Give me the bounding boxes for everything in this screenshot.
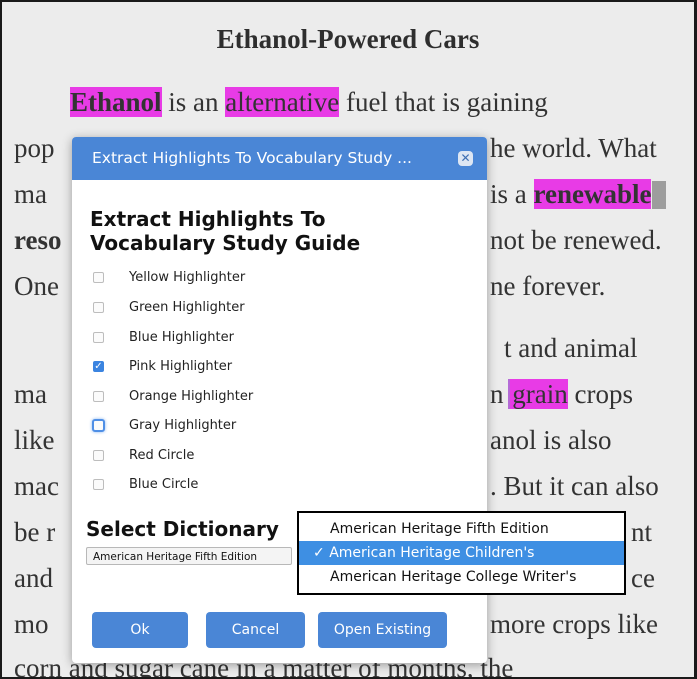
text-line-11-right: ce <box>631 563 655 593</box>
highlighted-word-grain[interactable]: grain <box>510 379 568 409</box>
highlighted-word-ethanol[interactable]: Ethanol <box>70 87 162 117</box>
option-label: Green Highlighter <box>129 299 245 315</box>
check-icon: ✓ <box>313 545 325 561</box>
dropdown-option-college-writers[interactable]: American Heritage College Writer's <box>299 565 624 589</box>
option-label: Blue Highlighter <box>129 329 234 345</box>
text-line-10-left: be r <box>14 517 56 547</box>
dialog-header: Extract Highlights To Vocabulary Study .… <box>72 137 487 180</box>
text-line-7-right: n grain crops <box>490 379 633 409</box>
checkbox[interactable] <box>93 271 104 283</box>
checkbox-checked[interactable]: ✓ <box>93 360 104 372</box>
option-blue-highlighter[interactable]: Blue Highlighter <box>93 326 234 348</box>
highlighted-word-renewable[interactable]: renewable <box>533 179 652 209</box>
document-title: Ethanol-Powered Cars <box>216 24 480 54</box>
text-line-3-right: is a renewable <box>490 179 667 210</box>
text-line-9-left: mac <box>14 471 59 501</box>
text-line-5-left: One <box>14 271 59 301</box>
open-existing-button[interactable]: Open Existing <box>318 612 447 648</box>
dropdown-option-fifth-edition[interactable]: American Heritage Fifth Edition <box>299 517 624 541</box>
text-line-2-right: he world. What <box>490 133 657 163</box>
option-blue-circle[interactable]: Blue Circle <box>93 473 198 495</box>
checkbox[interactable] <box>93 478 104 490</box>
cancel-button[interactable]: Cancel <box>206 612 305 648</box>
option-label: Orange Highlighter <box>129 388 254 404</box>
option-yellow-highlighter[interactable]: Yellow Highlighter <box>93 266 245 288</box>
text-line-12-left: mo <box>14 609 49 639</box>
text-line-12-right: more crops like <box>490 609 658 639</box>
text-line-2-left: pop <box>14 133 55 163</box>
option-label: Red Circle <box>129 447 195 463</box>
option-pink-highlighter[interactable]: ✓ Pink Highlighter <box>93 355 232 377</box>
text-line-8-right: anol is also <box>490 425 612 455</box>
text-line-7-left: ma <box>14 379 47 409</box>
option-label: Yellow Highlighter <box>129 269 246 285</box>
text-line-10-right: nt <box>631 517 653 547</box>
ok-button[interactable]: Ok <box>92 612 188 648</box>
dictionary-dropdown-list: American Heritage Fifth Edition ✓ Americ… <box>297 511 626 595</box>
option-orange-highlighter[interactable]: Orange Highlighter <box>93 385 253 407</box>
text-line-5-right: ne forever. <box>490 271 606 301</box>
dialog-heading: Extract Highlights To Vocabulary Study G… <box>90 207 361 255</box>
option-green-highlighter[interactable]: Green Highlighter <box>93 296 245 318</box>
select-dictionary-heading: Select Dictionary <box>86 517 279 541</box>
dictionary-select[interactable]: American Heritage Fifth Edition <box>86 547 292 565</box>
option-label: Gray Highlighter <box>129 417 237 433</box>
checkbox[interactable] <box>93 390 104 402</box>
checkbox[interactable] <box>93 301 104 313</box>
text-line-1: Ethanol is an alternative fuel that is g… <box>70 87 548 117</box>
checkbox-focused[interactable] <box>92 418 105 432</box>
dropdown-option-childrens[interactable]: ✓ American Heritage Children's <box>299 541 624 565</box>
checkbox[interactable] <box>93 331 104 343</box>
option-label: Blue Circle <box>129 476 199 492</box>
text-line-8-left: like <box>14 425 55 455</box>
checkbox[interactable] <box>93 449 104 461</box>
highlighted-word-alternative[interactable]: alternative <box>225 87 340 117</box>
option-label: Pink Highlighter <box>129 358 233 374</box>
text-line-4-right: not be renewed. <box>490 225 662 255</box>
text-line-3-left: ma <box>14 179 47 209</box>
dialog-title: Extract Highlights To Vocabulary Study .… <box>92 149 412 167</box>
text-line-11-left: and <box>14 563 53 593</box>
option-red-circle[interactable]: Red Circle <box>93 444 194 466</box>
text-line-4-left: reso <box>14 225 62 255</box>
text-line-9-right: . But it can also <box>490 471 659 501</box>
text-line-6-right: t and animal <box>504 333 638 363</box>
close-button[interactable]: ✕ <box>458 151 473 166</box>
option-gray-highlighter[interactable]: Gray Highlighter <box>92 414 237 436</box>
selection-tail <box>652 181 667 209</box>
